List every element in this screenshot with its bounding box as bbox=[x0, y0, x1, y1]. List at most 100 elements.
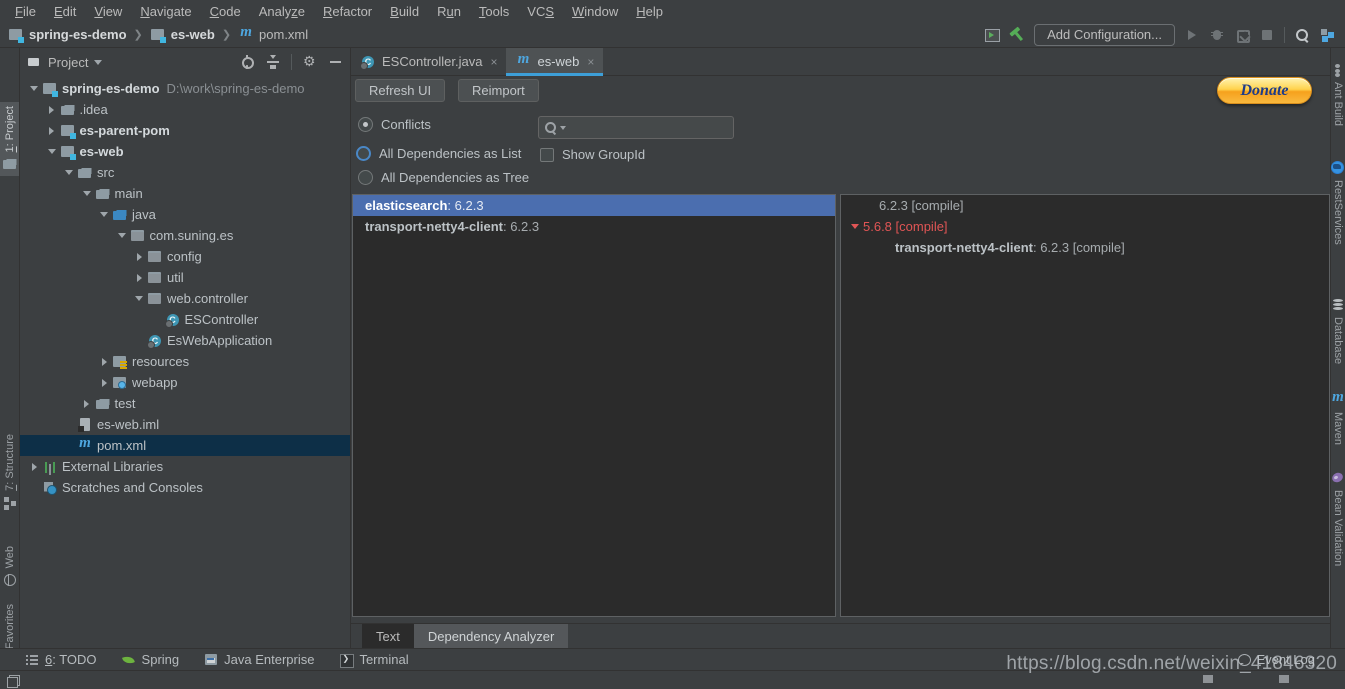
menu-window[interactable]: Window bbox=[563, 2, 627, 21]
tree-row-es-web.iml[interactable]: es-web.iml bbox=[20, 414, 350, 435]
tree-row-escontroller[interactable]: ESController bbox=[20, 309, 350, 330]
debug-icon[interactable] bbox=[1209, 27, 1225, 43]
add-configuration-button[interactable]: Add Configuration... bbox=[1034, 23, 1175, 46]
menu-analyze[interactable]: Analyze bbox=[250, 2, 314, 21]
refresh-ui-button[interactable]: Refresh UI bbox=[355, 79, 446, 102]
radio-all-deps-tree[interactable]: All Dependencies as Tree bbox=[358, 170, 529, 185]
tool-button-terminal[interactable]: Terminal bbox=[338, 652, 409, 668]
tree-row-spring-es-demo[interactable]: spring-es-demo D:\work\spring-es-demo bbox=[20, 78, 350, 99]
tool-button-java-enterprise[interactable]: Java Enterprise bbox=[203, 652, 314, 668]
menu-run[interactable]: Run bbox=[428, 2, 470, 21]
dependency-detail-row[interactable]: 6.2.3 [compile] bbox=[841, 195, 1329, 216]
dependency-detail-row[interactable]: transport-netty4-client : 6.2.3 [compile… bbox=[841, 237, 1329, 258]
chevron-right-icon[interactable] bbox=[79, 399, 95, 408]
tree-row-main[interactable]: main bbox=[20, 183, 350, 204]
chevron-down-icon[interactable] bbox=[26, 86, 42, 91]
dependency-detail-row[interactable]: 5.6.8 [compile] bbox=[841, 216, 1329, 237]
tree-row-test[interactable]: test bbox=[20, 393, 350, 414]
tree-row-resources[interactable]: resources bbox=[20, 351, 350, 372]
tree-row-es-web[interactable]: es-web bbox=[20, 141, 350, 162]
tree-row-scratches-and-consoles[interactable]: Scratches and Consoles bbox=[20, 477, 350, 498]
chevron-down-icon[interactable] bbox=[96, 212, 112, 217]
tool-button-todo[interactable]: 6: TODO bbox=[24, 652, 97, 668]
chevron-down-icon[interactable] bbox=[131, 296, 147, 301]
close-icon[interactable]: × bbox=[587, 55, 594, 69]
tree-row-java[interactable]: java bbox=[20, 204, 350, 225]
run-tool-window-icon[interactable] bbox=[984, 27, 1001, 43]
menu-file[interactable]: File bbox=[6, 2, 45, 21]
locate-icon[interactable] bbox=[239, 54, 255, 70]
reimport-button[interactable]: Reimport bbox=[458, 79, 539, 102]
tool-button-bean-validation[interactable]: Bean Validation bbox=[1331, 466, 1345, 570]
tree-row-com.suning.es[interactable]: com.suning.es bbox=[20, 225, 350, 246]
bottom-tab-dependency-analyzer[interactable]: Dependency Analyzer bbox=[413, 624, 569, 648]
chevron-right-icon[interactable] bbox=[131, 273, 147, 282]
editor-tab-escontroller.java[interactable]: ESController.java × bbox=[351, 48, 506, 75]
chevron-down-icon[interactable] bbox=[114, 233, 130, 238]
coverage-icon[interactable] bbox=[1234, 27, 1250, 43]
chevron-down-icon[interactable] bbox=[44, 149, 60, 154]
tree-row-web.controller[interactable]: web.controller bbox=[20, 288, 350, 309]
radio-all-deps-tree-circle[interactable] bbox=[358, 170, 373, 185]
menu-tools[interactable]: Tools bbox=[470, 2, 518, 21]
tree-row-util[interactable]: util bbox=[20, 267, 350, 288]
menu-vcs[interactable]: VCS bbox=[518, 2, 563, 21]
project-view-selector[interactable]: Project bbox=[26, 54, 103, 70]
tool-button-ant-build[interactable]: Ant Build bbox=[1331, 58, 1345, 130]
collapse-all-icon[interactable] bbox=[265, 54, 281, 70]
tree-row-webapp[interactable]: webapp bbox=[20, 372, 350, 393]
chevron-right-icon[interactable] bbox=[26, 462, 42, 471]
tree-row-external-libraries[interactable]: External Libraries bbox=[20, 456, 350, 477]
chevron-right-icon[interactable] bbox=[96, 378, 112, 387]
chevron-down-icon[interactable] bbox=[61, 170, 77, 175]
editor-tab-es-web[interactable]: es-web × bbox=[506, 48, 604, 76]
tool-button-spring[interactable]: Spring bbox=[121, 652, 180, 668]
radio-all-deps-list[interactable]: All Dependencies as List bbox=[356, 146, 521, 161]
bottom-tab-text[interactable]: Text bbox=[362, 624, 414, 648]
menu-view[interactable]: View bbox=[85, 2, 131, 21]
menu-refactor[interactable]: Refactor bbox=[314, 2, 381, 21]
show-groupid-checkbox[interactable] bbox=[540, 147, 554, 162]
tree-row-eswebapplication[interactable]: EsWebApplication bbox=[20, 330, 350, 351]
radio-conflicts-circle[interactable] bbox=[358, 117, 373, 132]
search-everywhere-icon[interactable] bbox=[1294, 27, 1310, 43]
radio-conflicts[interactable]: Conflicts bbox=[358, 117, 431, 132]
tree-row-es-parent-pom[interactable]: es-parent-pom bbox=[20, 120, 350, 141]
chevron-right-icon[interactable] bbox=[44, 126, 60, 135]
tool-button-project[interactable]: 1: Project bbox=[0, 102, 19, 177]
dependency-search-input[interactable] bbox=[538, 116, 734, 139]
hide-panel-icon[interactable] bbox=[328, 54, 344, 70]
tool-button-structure[interactable]: 7: Structure bbox=[0, 430, 19, 515]
tool-button-database[interactable]: Database bbox=[1331, 293, 1345, 368]
tool-button-web[interactable]: Web bbox=[0, 542, 19, 592]
dependency-item-transport-netty4-client[interactable]: transport-netty4-client : 6.2.3 bbox=[353, 216, 835, 237]
build-hammer-icon[interactable] bbox=[1006, 23, 1029, 46]
chevron-right-icon[interactable] bbox=[96, 357, 112, 366]
tree-row-pom.xml[interactable]: pom.xml bbox=[20, 435, 350, 456]
donate-button[interactable]: Donate bbox=[1217, 77, 1312, 104]
tree-row-.idea[interactable]: .idea bbox=[20, 99, 350, 120]
breadcrumb-item[interactable]: es-web bbox=[150, 27, 215, 43]
menu-code[interactable]: Code bbox=[201, 2, 250, 21]
breadcrumb-item[interactable]: spring-es-demo bbox=[8, 27, 127, 43]
menu-build[interactable]: Build bbox=[381, 2, 428, 21]
gear-icon[interactable] bbox=[302, 53, 318, 70]
project-structure-icon[interactable] bbox=[1319, 27, 1335, 43]
menu-help[interactable]: Help bbox=[627, 2, 672, 21]
dependency-item-elasticsearch[interactable]: elasticsearch : 6.2.3 bbox=[353, 195, 835, 216]
menu-edit[interactable]: Edit bbox=[45, 2, 85, 21]
show-groupid-option[interactable]: Show GroupId bbox=[540, 147, 645, 162]
toggle-toolwindows-icon[interactable] bbox=[6, 672, 22, 688]
chevron-down-icon[interactable] bbox=[847, 224, 863, 229]
close-icon[interactable]: × bbox=[490, 55, 497, 69]
tree-row-src[interactable]: src bbox=[20, 162, 350, 183]
chevron-down-icon[interactable] bbox=[79, 191, 95, 196]
chevron-right-icon[interactable] bbox=[44, 105, 60, 114]
run-icon[interactable] bbox=[1184, 27, 1200, 43]
tree-row-config[interactable]: config bbox=[20, 246, 350, 267]
chevron-right-icon[interactable] bbox=[131, 252, 147, 261]
menu-navigate[interactable]: Navigate bbox=[131, 2, 200, 21]
stop-icon[interactable] bbox=[1259, 27, 1275, 43]
search-dropdown-icon[interactable] bbox=[560, 125, 566, 130]
breadcrumb-item[interactable]: pom.xml bbox=[238, 24, 308, 43]
